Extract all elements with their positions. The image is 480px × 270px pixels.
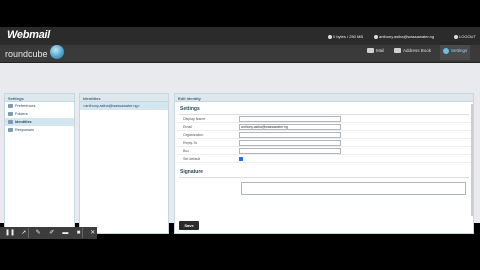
settings-item-label: Preferences [15, 104, 36, 108]
identities-panel: Identities <anthony.asiba@wassawater.ng> [79, 93, 169, 234]
nav-settings[interactable]: Settings [440, 45, 471, 60]
quota-indicator: 0 bytes / 250 MB [328, 34, 363, 39]
email-field[interactable]: anthony.asiba@wassawater.ng [239, 123, 341, 130]
highlighter-icon[interactable]: ✐ [47, 228, 56, 238]
responses-icon [8, 128, 13, 132]
roundcube-logo: roundcube [5, 49, 48, 59]
eraser-icon[interactable]: ▬ [61, 228, 70, 238]
logout-label: LOGOUT [459, 34, 476, 39]
set-default-checkbox[interactable] [239, 156, 243, 161]
gear-icon [443, 48, 449, 54]
nav-mail[interactable]: Mail [367, 48, 385, 54]
user-icon [374, 34, 378, 39]
bcc-input[interactable] [239, 147, 341, 154]
pause-icon[interactable]: ❚❚ [5, 228, 15, 238]
nav-mail-label: Mail [376, 48, 385, 53]
quota-icon [328, 34, 332, 39]
settings-item-folders[interactable]: Folders [5, 110, 74, 118]
user-menu[interactable]: anthony.asiba@wassawater.ng [374, 34, 434, 39]
email-label: Email [183, 124, 192, 129]
folder-icon [8, 112, 13, 116]
preferences-icon [8, 104, 13, 108]
settings-item-responses[interactable]: Responses [5, 126, 74, 134]
edit-identity-panel: Edit Identity Settings Display Name Emai… [174, 93, 474, 234]
bcc-label: Bcc [183, 148, 189, 153]
power-icon [454, 34, 458, 39]
settings-header: Settings [5, 94, 74, 102]
set-default-row: Set default [177, 155, 471, 163]
settings-item-label: Responses [15, 128, 34, 132]
user-email: anthony.asiba@wassawater.ng [379, 34, 435, 39]
settings-item-preferences[interactable]: Preferences [5, 102, 74, 110]
identities-icon [8, 120, 13, 124]
display-name-label: Display Name [183, 116, 206, 121]
camera-icon[interactable]: ■ [75, 228, 84, 238]
organization-row: Organization [177, 131, 471, 139]
save-button[interactable]: Save [179, 221, 199, 230]
edit-identity-form: Settings Display Name Email anthony.asib… [177, 104, 471, 231]
nav-address-book-label: Address Book [403, 48, 432, 53]
organization-label: Organization [183, 132, 204, 137]
pen-icon[interactable]: ✎ [34, 228, 43, 238]
settings-item-label: Folders [15, 112, 28, 116]
reply-to-label: Reply-To [183, 140, 198, 145]
identities-header: Identities [80, 94, 168, 102]
address-book-icon [394, 48, 401, 54]
bcc-row: Bcc [177, 147, 471, 155]
email-row: Email anthony.asiba@wassawater.ng [177, 123, 471, 131]
settings-item-label: Identities [15, 120, 32, 124]
quota-text: 0 bytes / 250 MB [333, 34, 364, 39]
reply-to-row: Reply-To [177, 139, 471, 147]
set-default-label: Set default [183, 156, 201, 161]
close-icon[interactable]: ✕ [88, 228, 97, 238]
settings-item-identities[interactable]: Identities [5, 118, 74, 126]
display-name-input[interactable] [239, 115, 341, 122]
mail-icon [367, 48, 374, 54]
divider [179, 177, 469, 178]
roundcube-ball-icon [50, 45, 64, 59]
pointer-icon[interactable]: ➚ [20, 228, 29, 238]
settings-section-title: Settings [180, 106, 200, 112]
nav-address-book[interactable]: Address Book [394, 48, 432, 54]
logout-button[interactable]: LOGOUT [454, 34, 476, 39]
annotation-toolbar: ❚❚ ➚ ✎ ✐ ▬ ■ ✕ [0, 227, 97, 239]
display-name-row: Display Name [177, 115, 471, 123]
signature-section-title: Signature [180, 169, 204, 175]
edit-panel-scrollbar[interactable] [471, 104, 473, 216]
identity-list-item[interactable]: <anthony.asiba@wassawater.ng> [80, 102, 168, 110]
settings-panel: Settings Preferences Folders Identities … [4, 93, 75, 234]
brand-logo: Webmail [7, 29, 50, 41]
signature-editor[interactable] [241, 182, 466, 195]
reply-to-input[interactable] [239, 139, 341, 146]
organization-input[interactable] [239, 131, 341, 138]
edit-identity-header: Edit Identity [175, 94, 473, 102]
nav-settings-label: Settings [451, 48, 468, 54]
